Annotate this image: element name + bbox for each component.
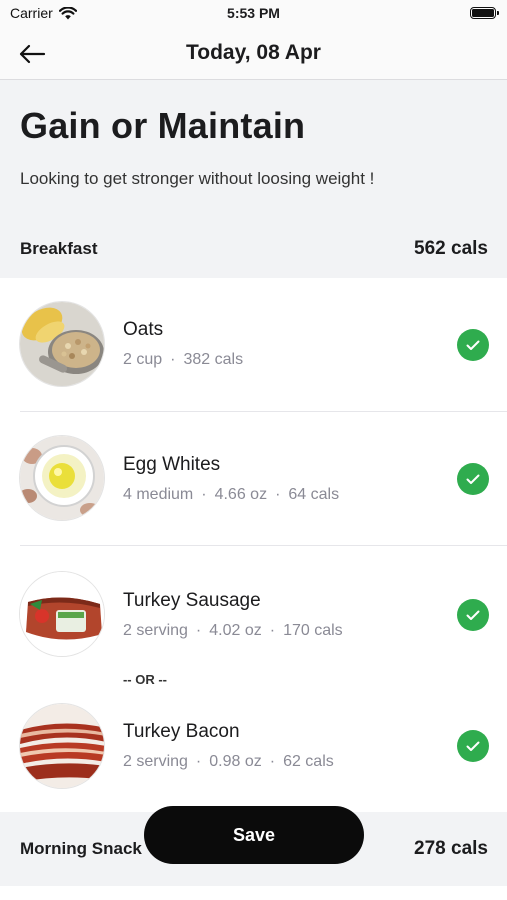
food-item-egg-whites[interactable]: Egg Whites 4 medium · 4.66 oz · 64 cals (0, 412, 507, 546)
list-continuation (0, 886, 507, 900)
breakfast-food-list: Oats 2 cup · 382 cals Egg Whites 4 medium ·… (0, 278, 507, 812)
food-details: 4 medium · 4.66 oz · 64 cals (123, 486, 340, 503)
checkmark-icon (466, 741, 480, 751)
checked-toggle[interactable] (457, 730, 489, 762)
checked-toggle[interactable] (457, 463, 489, 495)
food-weight: 4.66 oz (214, 486, 268, 503)
meal-calories: 278 cals (414, 838, 488, 859)
food-name: Egg Whites (123, 454, 221, 475)
food-details: 2 serving · 0.98 oz · 62 cals (123, 753, 334, 770)
battery-icon (470, 7, 499, 19)
status-bar: Carrier 5:53 PM (0, 0, 507, 28)
food-quantity: 2 cup (123, 351, 163, 368)
food-image-turkey-sausage (19, 571, 105, 657)
food-weight: 0.98 oz (209, 753, 262, 770)
food-name: Turkey Sausage (123, 590, 261, 611)
food-item-turkey-bacon[interactable]: Turkey Bacon 2 serving · 0.98 oz · 62 cals (0, 678, 507, 812)
save-button[interactable]: Save (144, 806, 364, 864)
food-name: Turkey Bacon (123, 721, 240, 742)
checkmark-icon (466, 474, 480, 484)
food-calories: 382 cals (183, 351, 244, 368)
food-image-oats (19, 301, 105, 387)
page-date-title: Today, 08 Apr (186, 41, 321, 64)
meal-header-breakfast: Breakfast 562 cals (0, 232, 507, 266)
food-item-turkey-sausage[interactable]: Turkey Sausage 2 serving · 4.02 oz · 170 cal… (0, 546, 507, 680)
food-image-turkey-bacon (19, 703, 105, 789)
checkmark-icon (466, 340, 480, 350)
meal-name: Morning Snack (20, 839, 142, 858)
food-calories: 62 cals (283, 753, 334, 770)
food-quantity: 4 medium (123, 486, 194, 503)
food-calories: 64 cals (288, 486, 340, 503)
checked-toggle[interactable] (457, 599, 489, 631)
food-calories: 170 cals (283, 622, 343, 639)
food-quantity: 2 serving (123, 753, 188, 770)
food-name: Oats (123, 319, 164, 340)
meal-calories: 562 cals (414, 238, 488, 259)
plan-subtitle: Looking to get stronger without loosing … (20, 169, 375, 188)
food-details: 2 serving · 4.02 oz · 170 cals (123, 622, 343, 639)
plan-header: Gain or Maintain Looking to get stronger… (0, 80, 507, 278)
food-quantity: 2 serving (123, 622, 188, 639)
food-weight: 4.02 oz (209, 622, 262, 639)
food-item-oats[interactable]: Oats 2 cup · 382 cals (0, 278, 507, 412)
meal-name: Breakfast (20, 239, 98, 258)
checked-toggle[interactable] (457, 329, 489, 361)
clock: 5:53 PM (227, 5, 280, 21)
plan-title: Gain or Maintain (20, 105, 306, 146)
navigation-bar: Today, 08 Apr (0, 28, 507, 80)
food-image-egg-whites (19, 435, 105, 521)
food-details: 2 cup · 382 cals (123, 351, 244, 368)
checkmark-icon (466, 610, 480, 620)
